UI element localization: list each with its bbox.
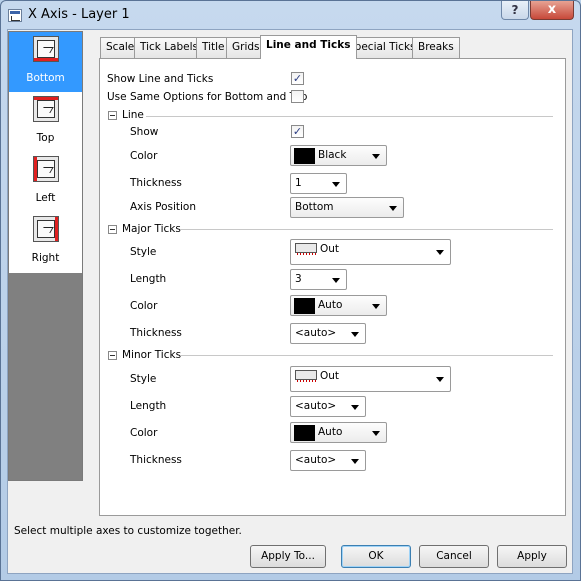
apply-button[interactable]: Apply <box>497 545 567 568</box>
axis-position-value: Bottom <box>295 201 334 213</box>
major-ticks-style-label: Style <box>130 246 157 258</box>
line-section-heading: Line <box>122 109 144 121</box>
sidebar-item-label: Left <box>35 192 56 204</box>
minor-ticks-length-label: Length <box>130 400 167 412</box>
major-ticks-style-dropdown[interactable]: Out <box>290 239 451 265</box>
major-ticks-color-label: Color <box>130 300 158 312</box>
axis-left-icon <box>33 156 59 182</box>
tab-line-and-ticks[interactable]: Line and Ticks <box>260 35 357 59</box>
chevron-down-icon <box>389 206 397 211</box>
sidebar-item-top[interactable]: Top <box>9 92 82 152</box>
tick-style-out-icon <box>295 243 317 255</box>
minor-ticks-section-heading: Minor Ticks <box>122 349 182 361</box>
minor-ticks-collapse-toggle[interactable] <box>108 351 117 360</box>
window-title: X Axis - Layer 1 <box>28 7 130 22</box>
sidebar-item-left[interactable]: Left <box>9 152 82 212</box>
line-thickness-value: 1 <box>295 177 302 189</box>
axis-position-label: Axis Position <box>130 201 197 213</box>
major-ticks-collapse-toggle[interactable] <box>108 225 117 234</box>
help-button[interactable]: ? <box>501 1 529 20</box>
minor-ticks-style-dropdown[interactable]: Out <box>290 366 451 392</box>
chevron-down-icon <box>436 250 444 255</box>
cancel-button[interactable]: Cancel <box>419 545 489 568</box>
line-color-value: Black <box>318 149 347 161</box>
sidebar-item-bottom[interactable]: Bottom <box>9 32 82 92</box>
close-button[interactable]: x <box>530 1 574 20</box>
app-icon <box>8 9 22 22</box>
line-thickness-dropdown[interactable]: 1 <box>290 173 347 194</box>
minor-ticks-thickness-dropdown[interactable]: <auto> <box>290 450 366 471</box>
axis-position-dropdown[interactable]: Bottom <box>290 197 404 218</box>
chevron-down-icon <box>372 304 380 309</box>
line-color-dropdown[interactable]: Black <box>290 145 387 166</box>
tick-style-out-icon <box>295 370 317 382</box>
show-line-and-ticks-checkbox[interactable]: ✓ <box>291 72 304 85</box>
chevron-down-icon <box>332 278 340 283</box>
chevron-down-icon <box>372 431 380 436</box>
minor-ticks-length-value: <auto> <box>295 400 337 412</box>
axis-list: Bottom Top Left Right <box>9 32 82 273</box>
major-ticks-thickness-label: Thickness <box>130 327 182 339</box>
minor-ticks-color-label: Color <box>130 427 158 439</box>
major-ticks-thickness-dropdown[interactable]: <auto> <box>290 323 366 344</box>
section-divider <box>146 116 553 117</box>
major-ticks-color-dropdown[interactable]: Auto <box>290 295 387 316</box>
sidebar-item-label: Right <box>31 252 60 264</box>
major-ticks-length-dropdown[interactable]: 3 <box>290 269 347 290</box>
chevron-down-icon <box>332 182 340 187</box>
major-ticks-section-heading: Major Ticks <box>122 223 181 235</box>
apply-to-button[interactable]: Apply To... <box>250 545 326 568</box>
title-bar[interactable]: X Axis - Layer 1 ? x <box>1 1 580 29</box>
chevron-down-icon <box>351 405 359 410</box>
minor-ticks-thickness-label: Thickness <box>130 454 182 466</box>
chevron-down-icon <box>372 154 380 159</box>
line-show-label: Show <box>130 126 159 138</box>
sidebar-item-label: Top <box>36 132 55 144</box>
use-same-options-label: Use Same Options for Bottom and Top <box>107 91 308 103</box>
line-collapse-toggle[interactable] <box>108 111 117 120</box>
line-show-checkbox[interactable]: ✓ <box>291 125 304 138</box>
tab-tick-labels[interactable]: Tick Labels <box>134 37 204 58</box>
major-ticks-style-value: Out <box>320 243 340 255</box>
minor-ticks-thickness-value: <auto> <box>295 454 337 466</box>
minor-ticks-color-value: Auto <box>318 426 343 438</box>
color-swatch <box>294 425 315 441</box>
sidebar-item-right[interactable]: Right <box>9 212 82 272</box>
minor-ticks-length-dropdown[interactable]: <auto> <box>290 396 366 417</box>
major-ticks-length-label: Length <box>130 273 167 285</box>
line-color-label: Color <box>130 150 158 162</box>
axis-bottom-icon <box>33 36 59 62</box>
chevron-down-icon <box>436 377 444 382</box>
section-divider <box>180 355 553 356</box>
use-same-options-checkbox[interactable] <box>291 90 304 103</box>
color-swatch <box>294 148 315 164</box>
line-thickness-label: Thickness <box>130 177 182 189</box>
color-swatch <box>294 298 315 314</box>
axis-top-icon <box>33 96 59 122</box>
sidebar-item-label: Bottom <box>26 72 65 84</box>
ok-button[interactable]: OK <box>341 545 411 568</box>
show-line-and-ticks-label: Show Line and Ticks <box>107 73 214 85</box>
axis-sidebar: Bottom Top Left Right <box>8 31 83 481</box>
minor-ticks-style-label: Style <box>130 373 157 385</box>
minor-ticks-style-value: Out <box>320 370 340 382</box>
chevron-down-icon <box>351 459 359 464</box>
major-ticks-length-value: 3 <box>295 273 302 285</box>
major-ticks-color-value: Auto <box>318 299 343 311</box>
section-divider <box>180 229 553 230</box>
major-ticks-thickness-value: <auto> <box>295 327 337 339</box>
tab-breaks[interactable]: Breaks <box>412 37 460 58</box>
minor-ticks-color-dropdown[interactable]: Auto <box>290 422 387 443</box>
chevron-down-icon <box>351 332 359 337</box>
axis-right-icon <box>33 216 59 242</box>
status-text: Select multiple axes to customize togeth… <box>14 525 242 537</box>
